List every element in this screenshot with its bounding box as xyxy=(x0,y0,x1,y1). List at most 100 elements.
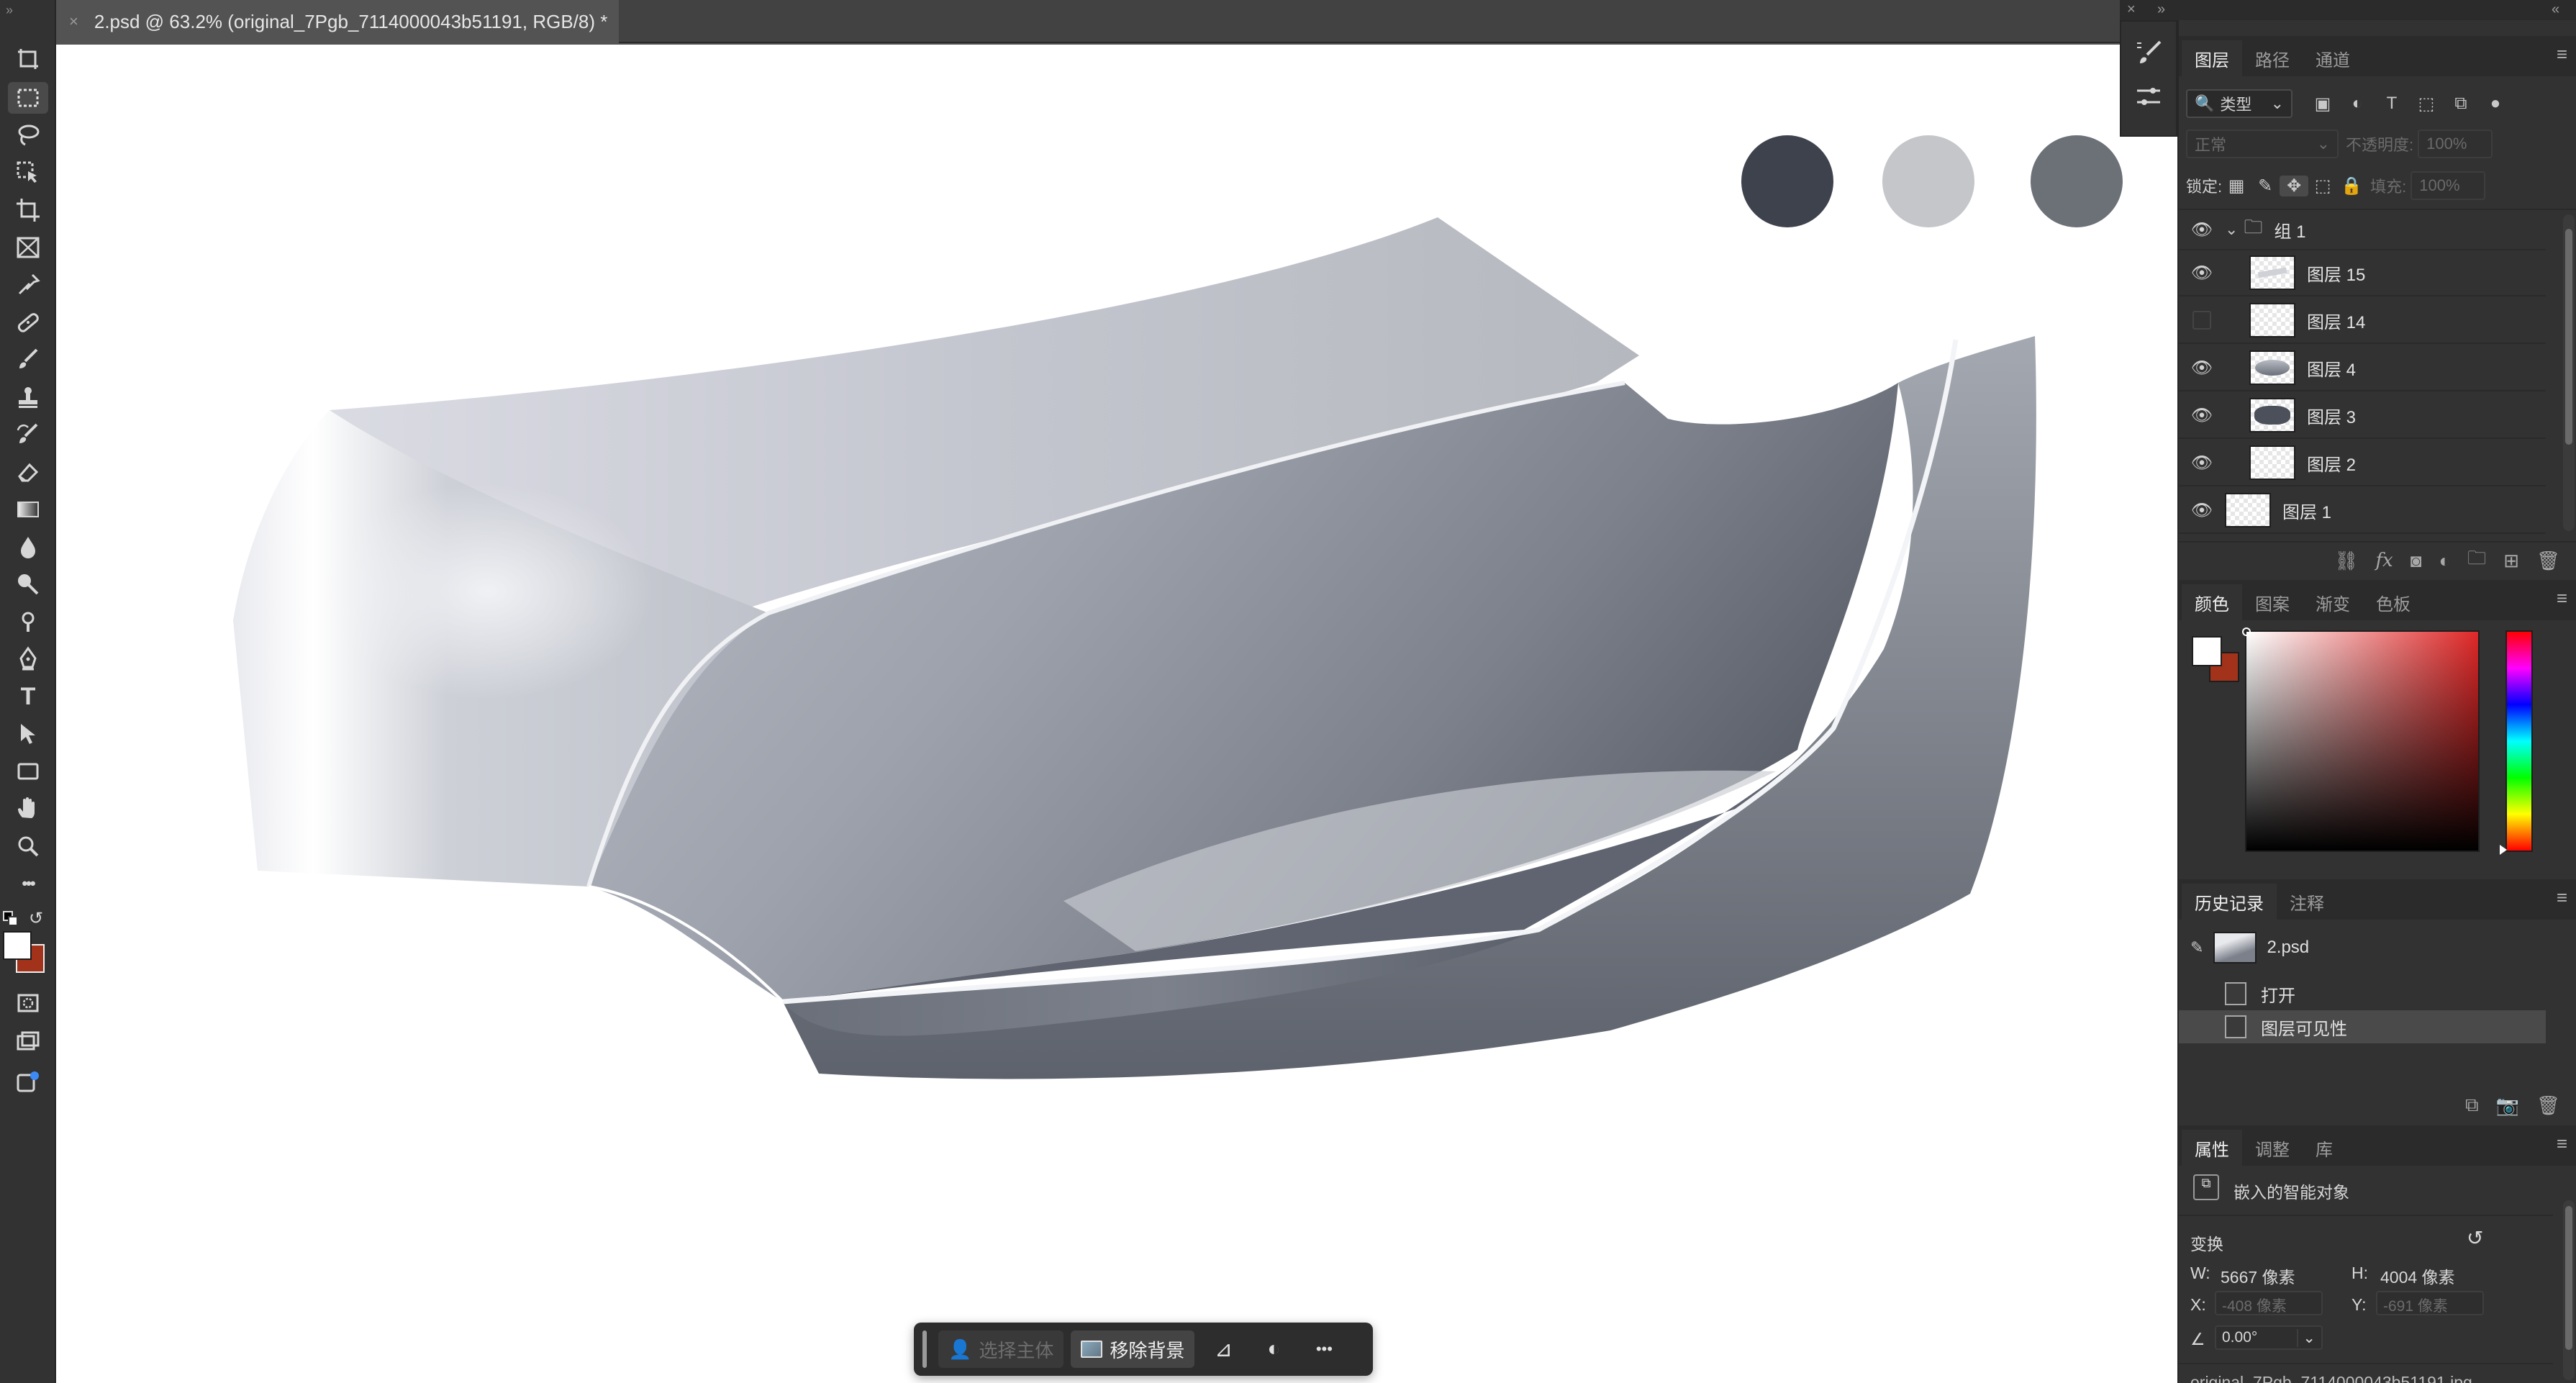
document-tab[interactable]: × 2.psd @ 63.2% (original_7Pgb_711400004… xyxy=(56,0,619,43)
tab-swatches[interactable]: 色板 xyxy=(2363,584,2423,620)
screen-mode-icon[interactable] xyxy=(8,1026,48,1058)
eraser-tool-icon[interactable] xyxy=(8,456,48,488)
color-saturation-field[interactable] xyxy=(2242,627,2480,852)
opacity-field[interactable]: 100% xyxy=(2418,130,2493,158)
add-mask-icon[interactable]: ◙ xyxy=(2411,550,2422,572)
zoom-tool-icon[interactable] xyxy=(8,830,48,862)
gradient-tool-icon[interactable] xyxy=(8,494,48,525)
tab-layers[interactable]: 图层 xyxy=(2182,40,2242,76)
expand-panels-icon[interactable]: » xyxy=(2157,1,2165,18)
y-position-field[interactable]: -691 像素 xyxy=(2376,1291,2484,1315)
tab-patterns[interactable]: 图案 xyxy=(2242,584,2303,620)
select-subject-button[interactable]: 👤 选择主体 xyxy=(938,1330,1064,1368)
hand-tool-icon[interactable] xyxy=(8,793,48,825)
layer-row[interactable]: 👁 图层 4 xyxy=(2179,345,2546,391)
history-brush-source-icon[interactable]: ✎ xyxy=(2190,938,2203,957)
foreground-color-swatch[interactable] xyxy=(3,931,32,960)
layer-row[interactable]: 图层 14 xyxy=(2179,298,2546,344)
stamp-tool-icon[interactable] xyxy=(8,381,48,413)
tab-properties[interactable]: 属性 xyxy=(2182,1130,2242,1166)
visibility-eye-icon[interactable]: 👁 xyxy=(2179,263,2225,284)
healing-brush-tool-icon[interactable] xyxy=(8,307,48,338)
lock-artboard-icon[interactable]: ⬚ xyxy=(2308,176,2337,196)
marquee-tool-icon[interactable] xyxy=(8,82,48,114)
collapse-dock-icon[interactable]: « xyxy=(2552,1,2559,18)
link-layers-icon[interactable]: ⛓ xyxy=(2334,550,2358,572)
width-value[interactable]: 5667 像素 xyxy=(2221,1264,2295,1288)
lock-pixels-icon[interactable]: ✎ xyxy=(2251,176,2280,196)
close-panels-icon[interactable]: × xyxy=(2127,1,2136,18)
pen-tool-icon[interactable] xyxy=(8,643,48,675)
x-position-field[interactable]: -408 像素 xyxy=(2215,1291,2323,1315)
tab-gradients[interactable]: 渐变 xyxy=(2303,584,2363,620)
adjustments-sliders-icon[interactable] xyxy=(2121,75,2176,118)
eyedropper-tool-icon[interactable] xyxy=(8,269,48,301)
layer-row[interactable]: 👁 图层 3 xyxy=(2179,393,2546,439)
collapse-toolbar-icon[interactable]: » xyxy=(6,3,13,18)
tab-history[interactable]: 历史记录 xyxy=(2182,884,2277,920)
new-document-from-state-icon[interactable]: ⧉ xyxy=(2465,1094,2479,1117)
tab-notes[interactable]: 注释 xyxy=(2277,884,2337,920)
history-panel-menu-icon[interactable]: ≡ xyxy=(2557,887,2567,909)
lasso-tool-icon[interactable] xyxy=(8,119,48,151)
history-brush-tool-icon[interactable] xyxy=(8,419,48,450)
burn-tool-icon[interactable] xyxy=(8,606,48,638)
layer-filter-kind-select[interactable]: 🔍 类型 ⌄ xyxy=(2186,89,2292,118)
layers-scrollbar[interactable] xyxy=(2563,214,2575,531)
dodge-tool-icon[interactable] xyxy=(8,568,48,600)
panel-foreground-color-swatch[interactable] xyxy=(2192,636,2222,666)
properties-panel-menu-icon[interactable]: ≡ xyxy=(2557,1133,2567,1155)
type-tool-icon[interactable]: T xyxy=(8,681,48,712)
visibility-eye-icon[interactable]: 👁 xyxy=(2179,500,2225,521)
tab-paths[interactable]: 路径 xyxy=(2242,40,2303,76)
tab-libraries[interactable]: 库 xyxy=(2303,1130,2346,1166)
hue-slider[interactable] xyxy=(2500,630,2533,855)
blur-tool-icon[interactable] xyxy=(8,531,48,563)
default-colors-icon[interactable] xyxy=(3,911,19,927)
new-group-icon[interactable]: 🗀 xyxy=(2467,545,2486,576)
document-canvas[interactable] xyxy=(56,45,2177,1383)
delete-state-icon[interactable]: 🗑 xyxy=(2536,1094,2560,1117)
visibility-eye-icon[interactable]: 👁 xyxy=(2179,405,2225,426)
more-options-icon[interactable]: ••• xyxy=(1302,1330,1346,1368)
layer-row[interactable]: 👁 图层 1 xyxy=(2179,488,2546,534)
more-tools-icon[interactable]: ••• xyxy=(8,868,48,899)
crop-tool-icon[interactable] xyxy=(8,194,48,226)
remove-background-button[interactable]: 移除背景 xyxy=(1071,1330,1195,1368)
tab-channels[interactable]: 通道 xyxy=(2303,40,2363,76)
blend-mode-select[interactable]: 正常 ⌄ xyxy=(2186,130,2339,158)
adjustment-icon[interactable]: ◐ xyxy=(1252,1330,1295,1368)
visibility-eye-icon[interactable]: 👁 xyxy=(2179,219,2225,240)
close-tab-icon[interactable]: × xyxy=(69,12,78,31)
layer-group-row[interactable]: 👁 ⌄ 🗀 组 1 xyxy=(2179,210,2546,250)
frame-tool-icon[interactable] xyxy=(8,232,48,263)
lock-position-icon[interactable]: ✥ xyxy=(2280,175,2309,196)
object-select-tool-icon[interactable] xyxy=(8,157,48,189)
generative-fill-icon[interactable] xyxy=(8,1066,48,1098)
swap-colors-icon[interactable]: ↺ xyxy=(29,908,43,929)
quick-mask-icon[interactable] xyxy=(8,987,48,1019)
new-layer-icon[interactable]: ⊞ xyxy=(2503,550,2519,572)
layers-panel-menu-icon[interactable]: ≡ xyxy=(2557,43,2567,65)
artboard-tool-icon[interactable] xyxy=(8,43,48,75)
filter-toggle-icon[interactable]: ● xyxy=(2478,94,2513,114)
visibility-toggle-off-icon[interactable] xyxy=(2179,311,2225,330)
layer-row[interactable]: 👁 图层 15 xyxy=(2179,250,2546,296)
properties-scrollbar[interactable] xyxy=(2563,1200,2575,1380)
transform-icon[interactable]: ⊿ xyxy=(1202,1330,1245,1368)
new-snapshot-icon[interactable]: 📷 xyxy=(2496,1094,2519,1117)
new-adjustment-layer-icon[interactable]: ◐ xyxy=(2439,550,2450,572)
delete-layer-icon[interactable]: 🗑 xyxy=(2536,550,2560,572)
tab-adjustments[interactable]: 调整 xyxy=(2242,1130,2303,1166)
reset-transform-icon[interactable]: ↺ xyxy=(2467,1226,2483,1250)
color-panel-menu-icon[interactable]: ≡ xyxy=(2557,587,2567,609)
filter-pixel-icon[interactable]: ▣ xyxy=(2305,94,2340,114)
rotation-angle-field[interactable]: 0.00° ⌄ xyxy=(2215,1325,2323,1350)
layer-row[interactable]: 👁 图层 2 xyxy=(2179,440,2546,486)
lock-transparent-icon[interactable]: ▦ xyxy=(2222,176,2251,196)
layer-style-fx-icon[interactable]: fx xyxy=(2375,550,2393,571)
filter-adjustment-icon[interactable]: ◐ xyxy=(2340,94,2375,114)
lock-all-icon[interactable]: 🔒 xyxy=(2337,176,2366,196)
chevron-down-icon[interactable]: ⌄ xyxy=(2225,220,2238,239)
visibility-eye-icon[interactable]: 👁 xyxy=(2179,453,2225,473)
